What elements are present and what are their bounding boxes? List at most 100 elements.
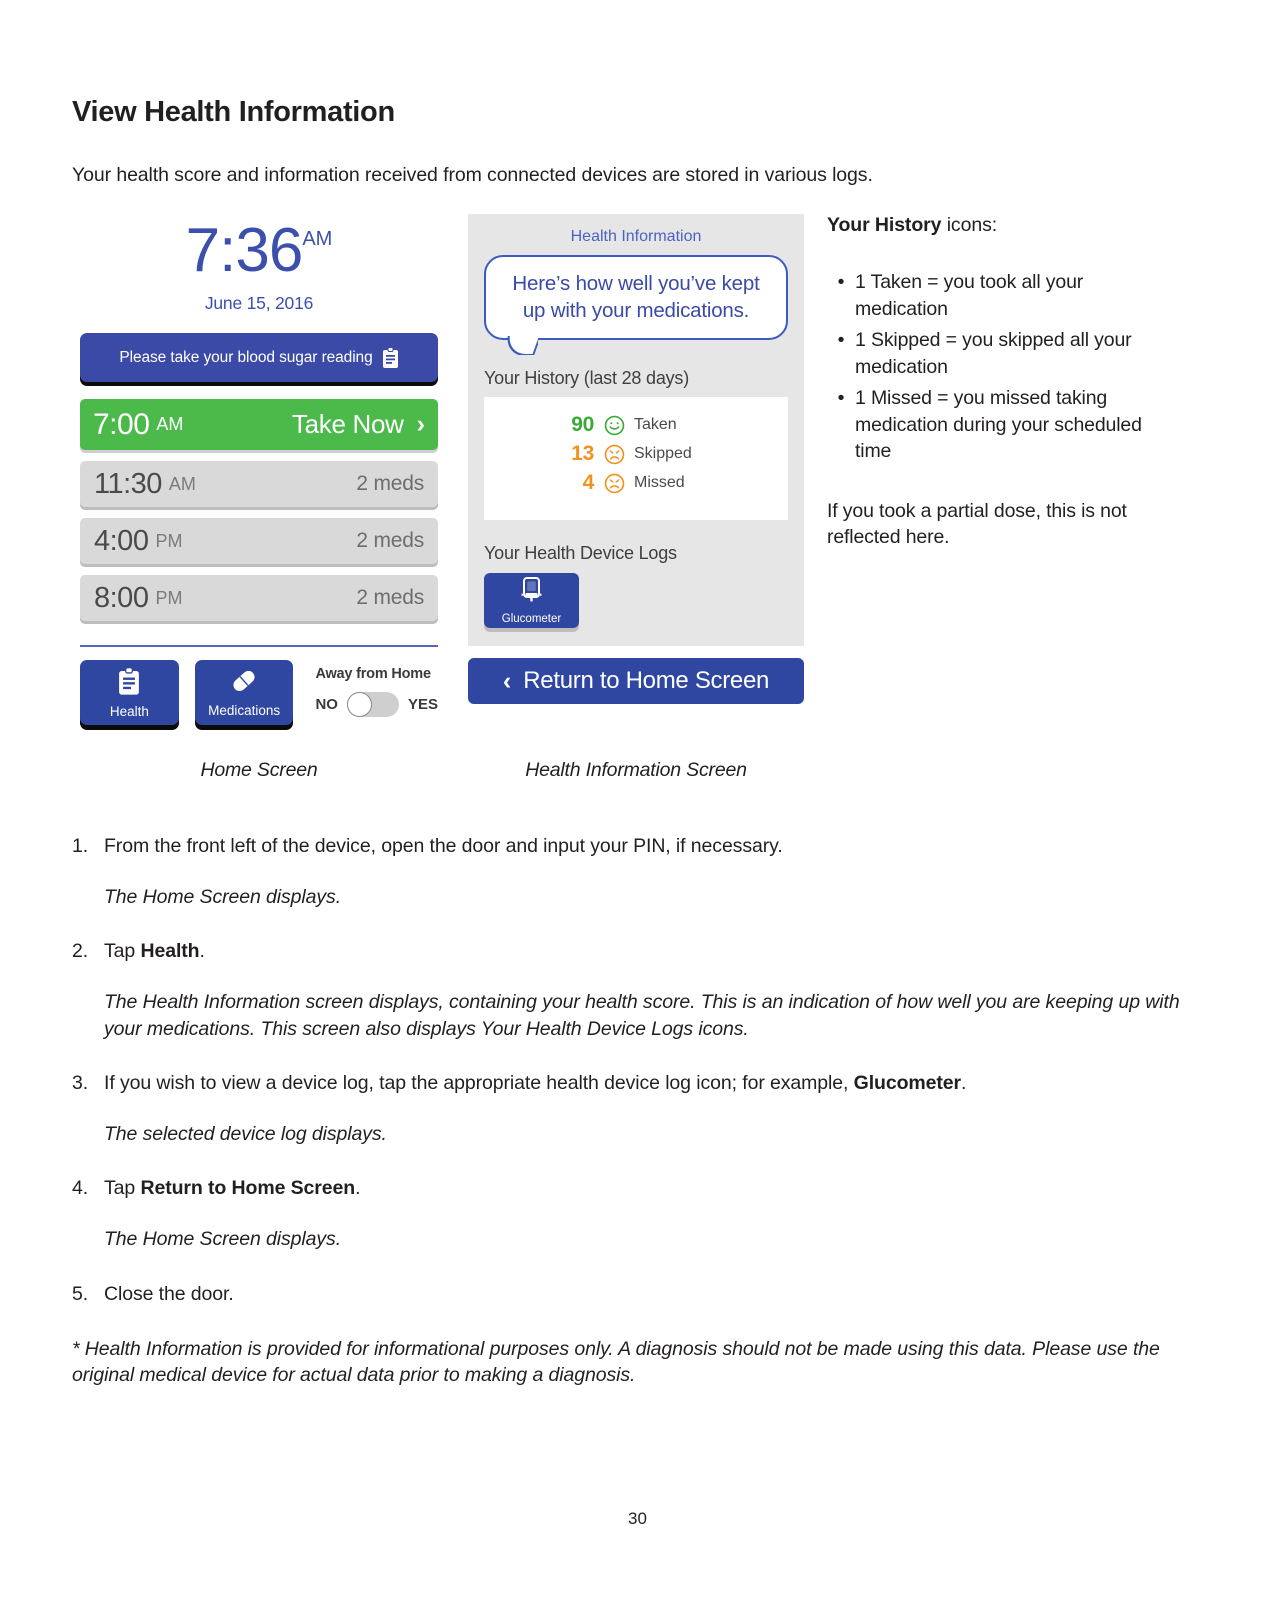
step-4: 4. Tap Return to Home Screen. <box>72 1177 1203 1200</box>
blood-sugar-reminder-banner[interactable]: Please take your blood sugar reading <box>80 333 438 382</box>
step-text: Close the door. <box>104 1282 234 1305</box>
clock-display: 7:36AM <box>80 214 438 282</box>
page-number: 30 <box>628 1509 647 1528</box>
step-text: From the front left of the device, open … <box>104 835 783 857</box>
step-text-post: . <box>961 1071 967 1094</box>
notes-heading-bold: Your History <box>827 214 942 236</box>
step-text-post: . <box>199 940 205 963</box>
schedule-med-count: 2 meds <box>356 529 424 552</box>
step-text: Tap Return to Home Screen. <box>104 1177 1203 1200</box>
procedure-steps: 1. From the front left of the device, op… <box>72 835 1203 1389</box>
schedule-row-active[interactable]: 7:00 AM Take Now › <box>80 399 438 450</box>
step-1: 1. From the front left of the device, op… <box>72 835 1203 858</box>
step-5: 5. Close the door. <box>72 1283 1203 1306</box>
away-from-home-title: Away from Home <box>315 666 431 682</box>
speech-bubble-text: Here’s how well you’ve kept up with your… <box>512 272 760 323</box>
step-3: 3. If you wish to view a device log, tap… <box>72 1072 1203 1095</box>
health-information-screen-mockup: Health Information Here’s how well you’v… <box>468 214 804 705</box>
step-text-bold: Return to Home Screen <box>140 1177 356 1200</box>
schedule-time: 4:00 <box>94 524 149 557</box>
return-button-label: Return to Home Screen <box>523 667 770 695</box>
footnote: * Health Information is provided for inf… <box>72 1337 1160 1387</box>
bullet-text: 1 Taken = you took all your medication <box>855 271 1084 320</box>
toggle-switch[interactable] <box>346 692 399 717</box>
step-2: 2. Tap Health. <box>72 940 1203 963</box>
bullet-icon: • <box>837 387 845 410</box>
notes-heading-rest: icons: <box>941 214 998 236</box>
away-from-home-control: Away from Home NO YES <box>315 660 438 717</box>
step-text: Tap Health. <box>104 940 1203 963</box>
skipped-label: Skipped <box>634 445 692 463</box>
step-text-post: . <box>355 1177 361 1200</box>
chevron-right-icon: › <box>416 410 425 438</box>
device-logs-label: Your Health Device Logs <box>484 543 677 564</box>
glucometer-button[interactable]: Glucometer <box>484 573 579 629</box>
home-screen-mockup: 7:36AM June 15, 2016 Please take your bl… <box>80 214 438 739</box>
step-number: 1. <box>72 835 89 857</box>
your-history-label: Your History (last 28 days) <box>484 368 690 389</box>
bullet-icon: • <box>837 329 845 352</box>
clock-meridiem: AM <box>302 228 333 250</box>
health-button[interactable]: Health <box>80 660 179 725</box>
step-1-result: The Home Screen displays. <box>104 886 342 908</box>
missed-label: Missed <box>634 474 685 492</box>
home-navigation-bar: Health Medications Away from Home NO YES <box>80 660 438 725</box>
step-text-pre: If you wish to view a device log, tap th… <box>104 1071 854 1094</box>
schedule-meridiem: AM <box>168 473 196 494</box>
history-icons-notes: Your History icons: • 1 Taken = you took… <box>827 214 1147 551</box>
speech-bubble: Here’s how well you’ve kept up with your… <box>484 255 788 341</box>
schedule-time: 7:00 <box>93 407 150 441</box>
medications-button-label: Medications <box>208 703 281 718</box>
partial-dose-note: If you took a partial dose, this is not … <box>827 499 1127 549</box>
notes-bullet-list: • 1 Taken = you took all your medication… <box>827 269 1147 465</box>
medications-button[interactable]: Medications <box>194 660 294 725</box>
toggle-on-label: YES <box>407 696 438 713</box>
health-button-label: Health <box>109 703 149 719</box>
smiley-face-icon <box>604 415 625 436</box>
toggle-off-label: NO <box>315 696 338 713</box>
page-title: View Health Information <box>72 96 395 128</box>
step-number: 4. <box>72 1177 89 1200</box>
figure-group: 7:36AM June 15, 2016 Please take your bl… <box>72 214 1203 781</box>
step-4-result: The Home Screen displays. <box>104 1228 342 1251</box>
schedule-row[interactable]: 11:30 AM 2 meds <box>80 461 438 507</box>
schedule-time: 11:30 <box>94 467 162 500</box>
schedule-row[interactable]: 8:00 PM 2 meds <box>80 575 438 621</box>
glucometer-icon <box>519 576 544 612</box>
step-text-pre: Tap <box>104 1177 141 1200</box>
taken-count: 90 <box>571 413 594 437</box>
schedule-meridiem: PM <box>155 587 183 608</box>
schedule-time: 8:00 <box>94 581 149 614</box>
glucometer-button-label: Glucometer <box>501 613 562 626</box>
home-screen-caption: Home Screen <box>200 759 318 781</box>
history-stat-row: 90 Taken <box>484 413 788 437</box>
history-stat-row: 4 Missed <box>484 471 788 495</box>
chevron-left-icon: ‹ <box>502 666 512 695</box>
step-2-result: The Health Information screen displays, … <box>104 991 1180 1040</box>
frowny-face-icon <box>604 473 625 494</box>
step-text: If you wish to view a device log, tap th… <box>104 1072 1203 1095</box>
health-screen-body: Health Information Here’s how well you’v… <box>468 214 804 647</box>
notes-heading: Your History icons: <box>827 214 1147 237</box>
away-from-home-toggle[interactable]: NO YES <box>315 692 438 717</box>
frowny-face-icon <box>604 444 625 465</box>
schedule-med-count: 2 meds <box>356 586 424 609</box>
document-page: View Health Information Your health scor… <box>0 0 1275 1599</box>
clock-time: 7:36 <box>185 216 304 285</box>
bullet-text: 1 Skipped = you skipped all your medicat… <box>855 329 1132 378</box>
health-screen-title: Health Information <box>570 228 702 245</box>
step-text-bold: Glucometer <box>853 1071 962 1094</box>
clipboard-icon <box>382 346 399 369</box>
schedule-row[interactable]: 4:00 PM 2 meds <box>80 518 438 564</box>
return-to-home-screen-button[interactable]: ‹ Return to Home Screen <box>468 658 804 705</box>
pill-icon <box>229 667 259 700</box>
history-stats-box: 90 Taken 13 Skipped 4 Missed <box>484 397 788 521</box>
history-stat-row: 13 Skipped <box>484 442 788 466</box>
list-item: • 1 Taken = you took all your medication <box>827 269 1147 322</box>
take-now-label: Take Now <box>291 409 404 439</box>
skipped-count: 13 <box>571 442 594 466</box>
